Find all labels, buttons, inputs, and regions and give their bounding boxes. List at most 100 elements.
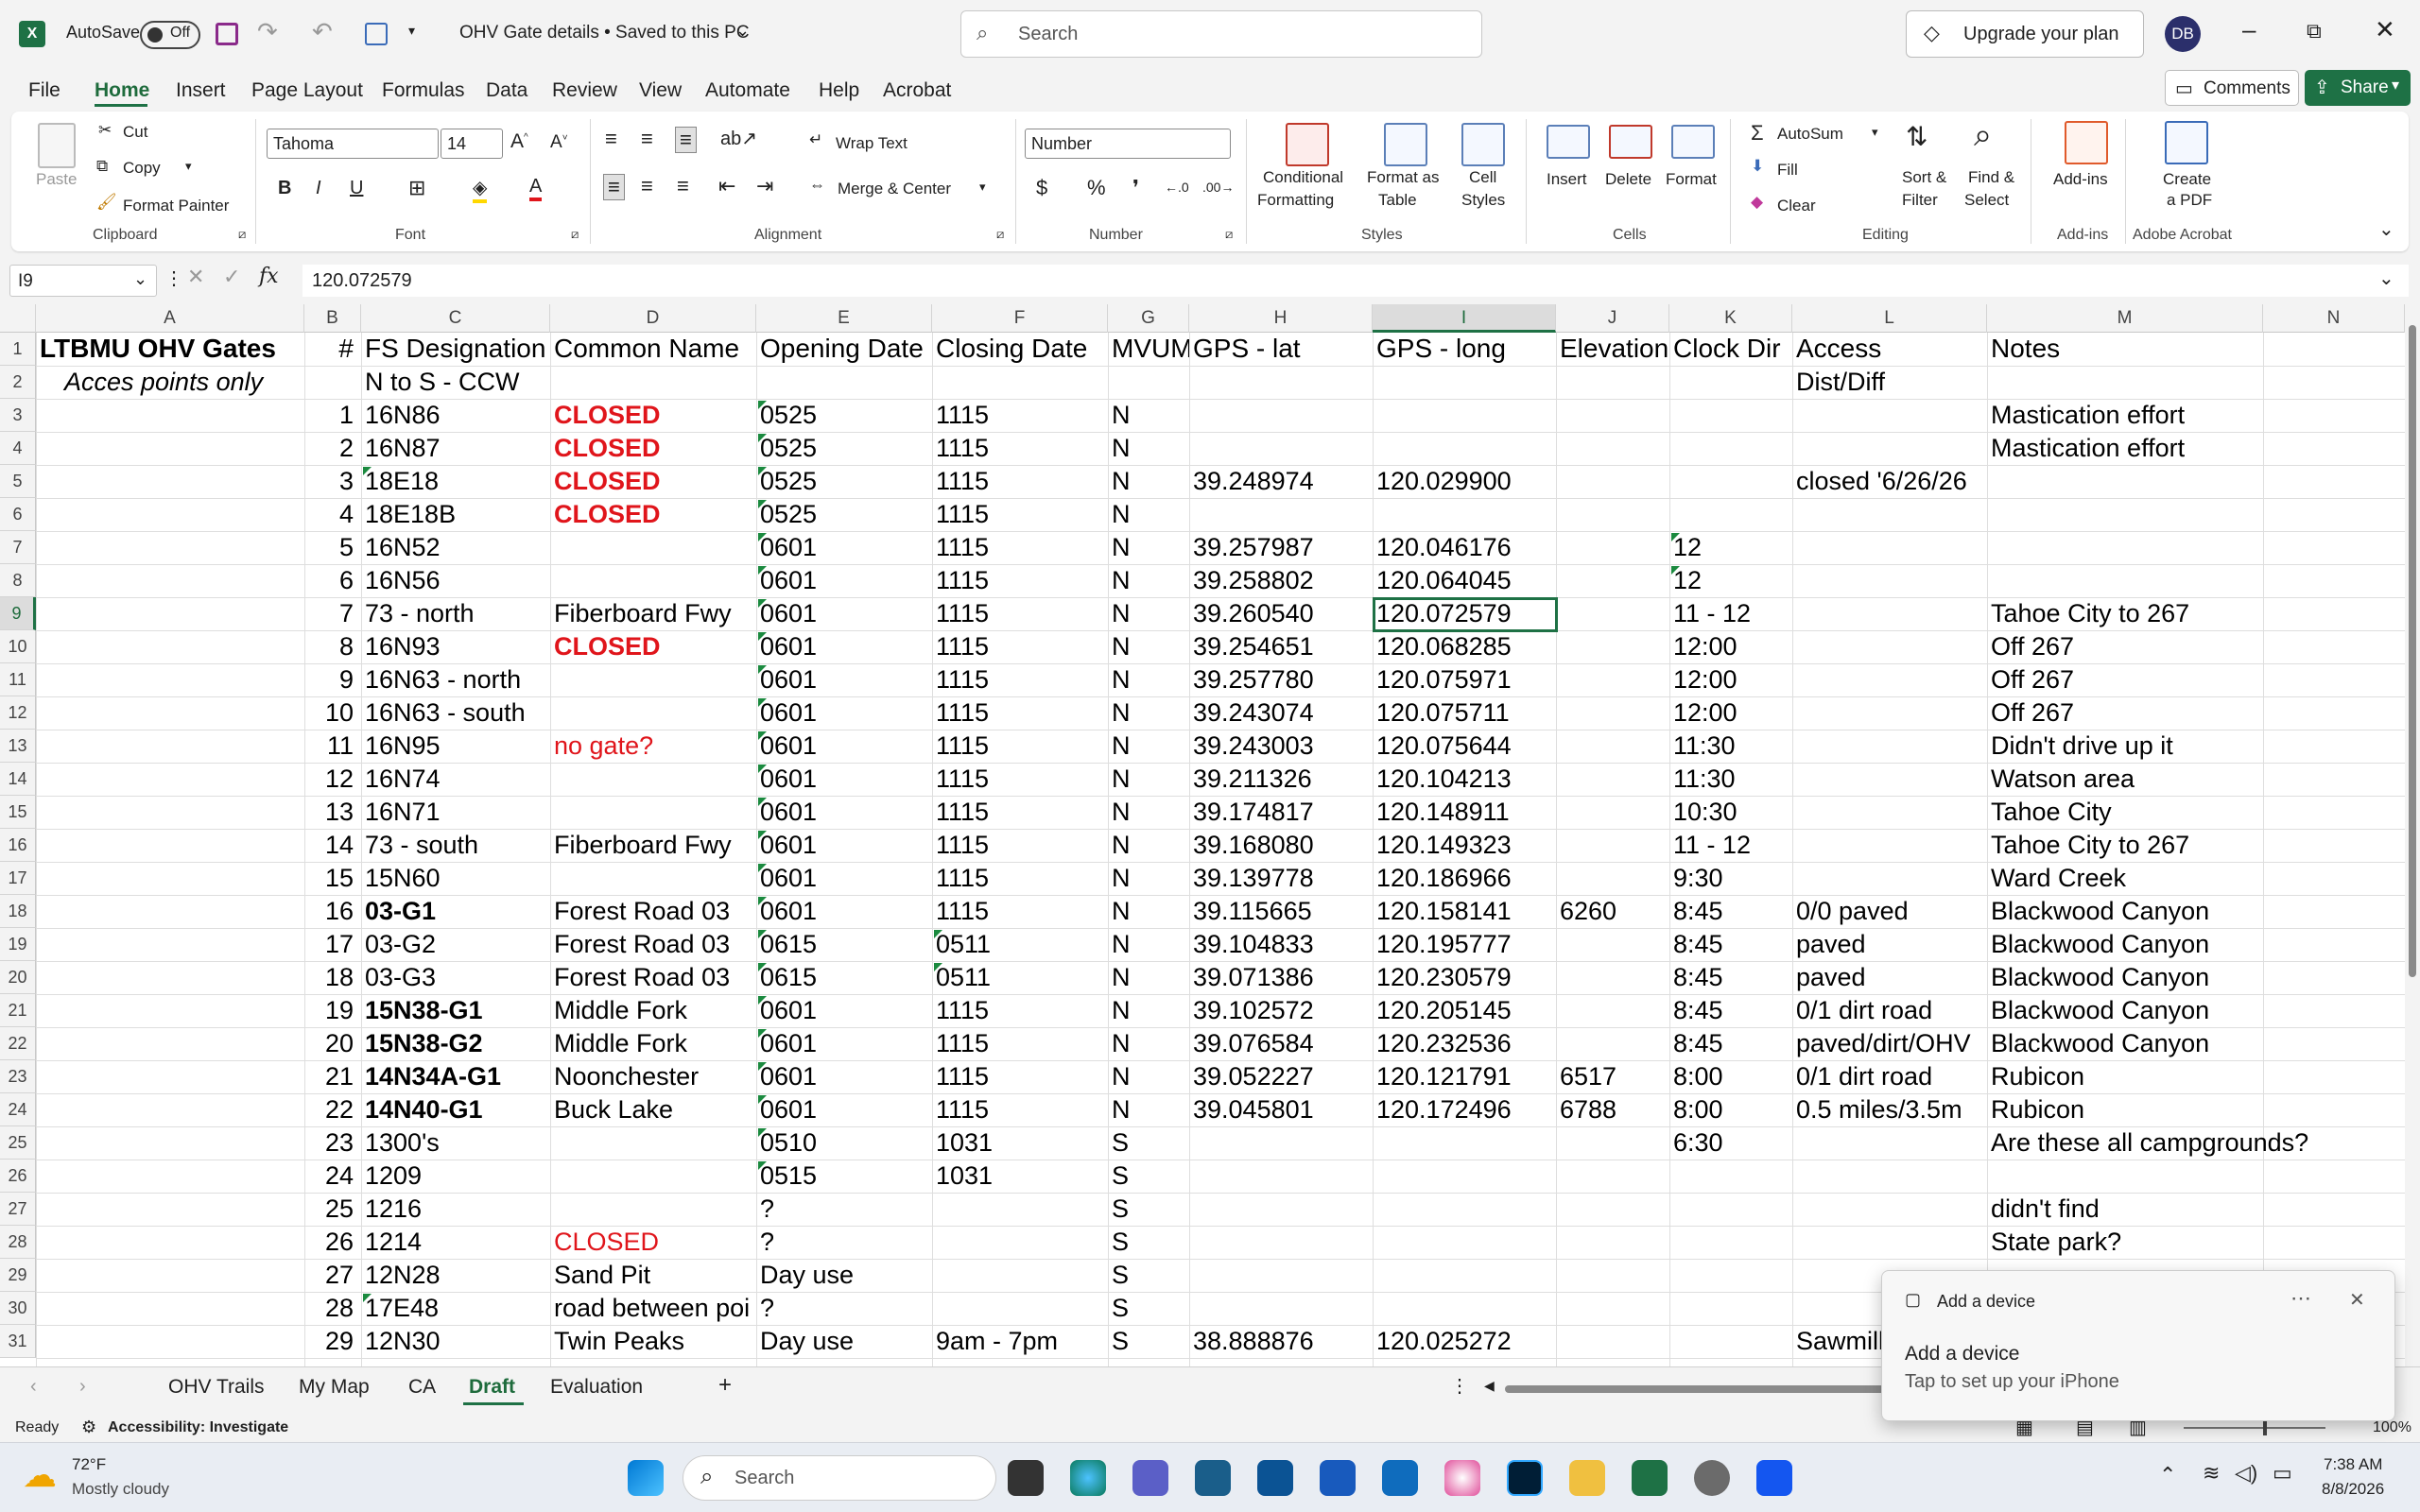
cell-B23[interactable]: 21 <box>304 1060 361 1093</box>
fill-button[interactable]: Fill <box>1777 161 1798 180</box>
cell-H5[interactable]: 39.248974 <box>1189 465 1373 498</box>
cell-E26[interactable]: 0515 <box>756 1160 932 1193</box>
cell-F4[interactable]: 1115 <box>932 432 1108 465</box>
sort-filter-label[interactable]: Filter <box>1902 191 1938 210</box>
menu-formulas[interactable]: Formulas <box>382 79 465 102</box>
cell-F19[interactable]: 0511 <box>932 928 1108 961</box>
cell-M21[interactable]: Blackwood Canyon <box>1987 994 2405 1027</box>
cell-C16[interactable]: 73 - south <box>361 829 550 862</box>
cell-F20[interactable]: 0511 <box>932 961 1108 994</box>
quick-access-icon[interactable] <box>365 23 388 45</box>
formula-input[interactable]: 120.072579 ⌄ <box>302 265 2409 297</box>
cell-C17[interactable]: 15N60 <box>361 862 756 895</box>
cell-B20[interactable]: 18 <box>304 961 361 994</box>
cell-D10[interactable]: CLOSED <box>550 630 756 663</box>
copy-chevron-icon[interactable]: ▾ <box>185 159 192 174</box>
cell-K7[interactable]: 12 <box>1669 531 2405 564</box>
cell-I12[interactable]: 120.075711 <box>1373 696 1669 730</box>
bold-icon[interactable]: B <box>278 178 291 199</box>
cell-K1[interactable]: Clock Dir <box>1669 333 1792 366</box>
cell-L18[interactable]: 0/0 paved <box>1792 895 1987 928</box>
row-header[interactable]: 3 <box>0 399 36 432</box>
sheet-tab[interactable]: CA <box>408 1376 436 1399</box>
column-header[interactable]: J <box>1556 304 1669 333</box>
cell-C29[interactable]: 12N28 <box>361 1259 550 1292</box>
cell-G21[interactable]: N <box>1108 994 1189 1027</box>
cell-E17[interactable]: 0601 <box>756 862 932 895</box>
number-launcher-icon[interactable]: ⧄ <box>1225 227 1233 242</box>
cell-K8[interactable]: 12 <box>1669 564 2405 597</box>
customize-chevron-icon[interactable]: ▾ <box>408 23 415 39</box>
conditional-formatting-button[interactable]: Conditional <box>1263 168 1343 187</box>
cell-E21[interactable]: 0601 <box>756 994 932 1027</box>
file-explorer-icon[interactable] <box>1569 1460 1605 1496</box>
cell-K15[interactable]: 10:30 <box>1669 796 1987 829</box>
cell-F21[interactable]: 1115 <box>932 994 1108 1027</box>
cell-F9[interactable]: 1115 <box>932 597 1108 630</box>
cell-G1[interactable]: MVUM <box>1108 333 1189 366</box>
menu-help[interactable]: Help <box>819 79 859 102</box>
row-header[interactable]: 11 <box>0 663 36 696</box>
row-header[interactable]: 30 <box>0 1292 36 1325</box>
cell-M27[interactable]: didn't find <box>1987 1193 2405 1226</box>
cell-G18[interactable]: N <box>1108 895 1189 928</box>
cell-B19[interactable]: 17 <box>304 928 361 961</box>
store-icon[interactable] <box>1257 1460 1293 1496</box>
cell-C31[interactable]: 12N30 <box>361 1325 550 1358</box>
app-icon[interactable] <box>1756 1460 1792 1496</box>
cell-F17[interactable]: 1115 <box>932 862 1108 895</box>
cell-F31[interactable]: 9am - 7pm <box>932 1325 1108 1358</box>
title-chevron-icon[interactable]: ⌄ <box>735 21 750 41</box>
cell-E11[interactable]: 0601 <box>756 663 932 696</box>
menu-automate[interactable]: Automate <box>705 79 790 102</box>
cell-I11[interactable]: 120.075971 <box>1373 663 1669 696</box>
scroll-left-icon[interactable]: ◀ <box>1484 1378 1495 1394</box>
cell-G15[interactable]: N <box>1108 796 1189 829</box>
create-pdf-button[interactable]: Create <box>2163 170 2211 189</box>
cell-G8[interactable]: N <box>1108 564 1189 597</box>
cell-E22[interactable]: 0601 <box>756 1027 932 1060</box>
close-icon[interactable]: ✕ <box>2375 15 2395 44</box>
cell-K22[interactable]: 8:45 <box>1669 1027 1792 1060</box>
cell-J1[interactable]: Elevation <box>1556 333 1669 366</box>
worksheet-grid[interactable]: A B C D E F G H I J K L M N 1 LTBMU OHV Gates # FS Design… <box>0 304 2405 1366</box>
cell-E24[interactable]: 0601 <box>756 1093 932 1126</box>
row-header[interactable]: 27 <box>0 1193 36 1226</box>
prev-sheet-icon[interactable]: ‹ <box>30 1376 37 1398</box>
font-name-select[interactable]: Tahoma <box>267 129 439 159</box>
row-header[interactable]: 17 <box>0 862 36 895</box>
column-header[interactable]: G <box>1108 304 1189 333</box>
cell-D5[interactable]: CLOSED <box>550 465 756 498</box>
column-header[interactable]: N <box>2263 304 2405 333</box>
cell-F14[interactable]: 1115 <box>932 763 1108 796</box>
currency-icon[interactable]: $ <box>1036 176 1047 200</box>
cell-I24[interactable]: 120.172496 <box>1373 1093 1556 1126</box>
merge-center-button[interactable]: Merge & Center <box>838 180 951 198</box>
edge-icon[interactable] <box>1070 1460 1106 1496</box>
wifi-icon[interactable]: ≋ <box>2203 1461 2220 1486</box>
cell-B7[interactable]: 5 <box>304 531 361 564</box>
row-header[interactable]: 1 <box>0 333 36 366</box>
cell-D31[interactable]: Twin Peaks <box>550 1325 756 1358</box>
align-left-icon[interactable]: ≡ <box>603 174 625 200</box>
cell-E20[interactable]: 0615 <box>756 961 932 994</box>
cell-D6[interactable]: CLOSED <box>550 498 756 531</box>
cell-B30[interactable]: 28 <box>304 1292 361 1325</box>
cell-E16[interactable]: 0601 <box>756 829 932 862</box>
cell-E8[interactable]: 0601 <box>756 564 932 597</box>
cell-D19[interactable]: Forest Road 03 <box>550 928 756 961</box>
column-header[interactable]: M <box>1987 304 2263 333</box>
cell-I8[interactable]: 120.064045 <box>1373 564 1669 597</box>
share-button[interactable]: ⇪ Share ▾ <box>2305 70 2411 106</box>
cell-K24[interactable]: 8:00 <box>1669 1093 1792 1126</box>
minimize-icon[interactable]: – <box>2242 15 2256 44</box>
comments-button[interactable]: ▭ Comments <box>2165 70 2299 106</box>
cell-G14[interactable]: N <box>1108 763 1189 796</box>
cell-K20[interactable]: 8:45 <box>1669 961 1792 994</box>
font-color-icon[interactable]: A <box>529 176 543 201</box>
cell-C11[interactable]: 16N63 - north <box>361 663 756 696</box>
cell-C19[interactable]: 03-G2 <box>361 928 550 961</box>
menu-page-layout[interactable]: Page Layout <box>251 79 363 102</box>
cell-C8[interactable]: 16N56 <box>361 564 756 597</box>
cell-I1[interactable]: GPS - long <box>1373 333 1556 366</box>
